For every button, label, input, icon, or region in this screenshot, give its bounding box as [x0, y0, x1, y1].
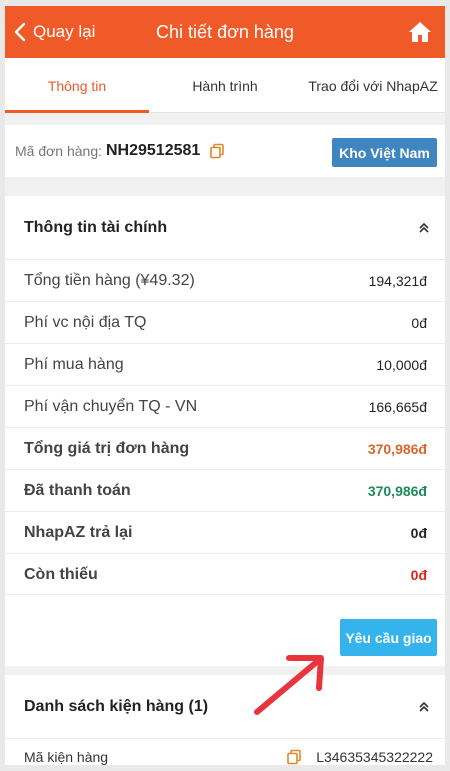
double-chevron-up-icon[interactable]	[417, 221, 431, 235]
row-value: 0đ	[410, 567, 427, 583]
package-section-title: Danh sách kiện hàng (1)	[24, 697, 209, 715]
row-value: 370,986đ	[367, 483, 427, 499]
active-tab-indicator	[5, 110, 149, 113]
tab-bar: Thông tin Hành trình Trao đổi với NhapAZ	[5, 58, 445, 113]
finance-row-remaining: Còn thiếu 0đ	[5, 553, 445, 595]
row-value: 370,986đ	[367, 441, 427, 457]
finance-row-purchase-fee: Phí mua hàng 10,000đ	[5, 343, 445, 385]
order-code: NH29512581	[106, 142, 201, 159]
finance-card: Thông tin tài chính Tổng tiền hàng (¥49.…	[5, 196, 445, 666]
copy-icon[interactable]	[286, 749, 302, 765]
row-value: 194,321đ	[368, 273, 427, 289]
package-list-card: Danh sách kiện hàng (1) Mã kiện hàng L34…	[5, 675, 445, 765]
row-label: Phí vận chuyển TQ - VN	[24, 398, 198, 415]
tab-chat[interactable]: Trao đổi với NhapAZ	[301, 58, 445, 113]
package-code-label: Mã kiện hàng	[24, 749, 109, 765]
warehouse-button[interactable]: Kho Việt Nam	[332, 138, 437, 167]
package-code: L34635345322222	[316, 749, 433, 765]
order-summary-card: Mã đơn hàng: NH29512581 Kho Việt Nam	[5, 125, 445, 177]
app-screen: Quay lại Chi tiết đơn hàng Thông tin Hàn…	[5, 6, 445, 765]
finance-row-intl-shipping: Phí vận chuyển TQ - VN 166,665đ	[5, 385, 445, 427]
request-delivery-button[interactable]: Yêu cầu giao	[340, 619, 437, 656]
finance-row-domestic-shipping: Phí vc nội địa TQ 0đ	[5, 301, 445, 343]
row-label: Phí mua hàng	[24, 356, 124, 373]
finance-row-paid: Đã thanh toán 370,986đ	[5, 469, 445, 511]
row-label: Tổng giá trị đơn hàng	[24, 440, 190, 457]
copy-icon[interactable]	[209, 143, 225, 159]
home-icon[interactable]	[407, 19, 433, 45]
finance-section-title: Thông tin tài chính	[24, 218, 168, 236]
row-value: 0đ	[411, 315, 427, 331]
row-label: Đã thanh toán	[24, 482, 131, 499]
chevron-left-icon	[14, 22, 26, 42]
row-value: 10,000đ	[376, 357, 427, 373]
row-label: NhapAZ trả lại	[24, 524, 133, 541]
row-label: Tổng tiền hàng (¥49.32)	[24, 272, 195, 289]
finance-row-order-total: Tổng giá trị đơn hàng 370,986đ	[5, 427, 445, 469]
finance-row-goods-total: Tổng tiền hàng (¥49.32) 194,321đ	[5, 259, 445, 301]
tab-journey[interactable]: Hành trình	[157, 58, 293, 113]
row-label: Phí vc nội địa TQ	[24, 314, 147, 331]
finance-row-refund: NhapAZ trả lại 0đ	[5, 511, 445, 553]
double-chevron-up-icon[interactable]	[417, 700, 431, 714]
row-label: Còn thiếu	[24, 566, 98, 583]
tab-info[interactable]: Thông tin	[5, 58, 149, 113]
order-code-label: Mã đơn hàng:	[15, 143, 103, 159]
back-label: Quay lại	[33, 22, 96, 41]
back-button[interactable]: Quay lại	[13, 6, 95, 58]
row-value: 166,665đ	[368, 399, 427, 415]
app-header: Quay lại Chi tiết đơn hàng	[5, 6, 445, 58]
package-row: Mã kiện hàng L34635345322222	[5, 738, 445, 765]
row-value: 0đ	[410, 525, 427, 541]
